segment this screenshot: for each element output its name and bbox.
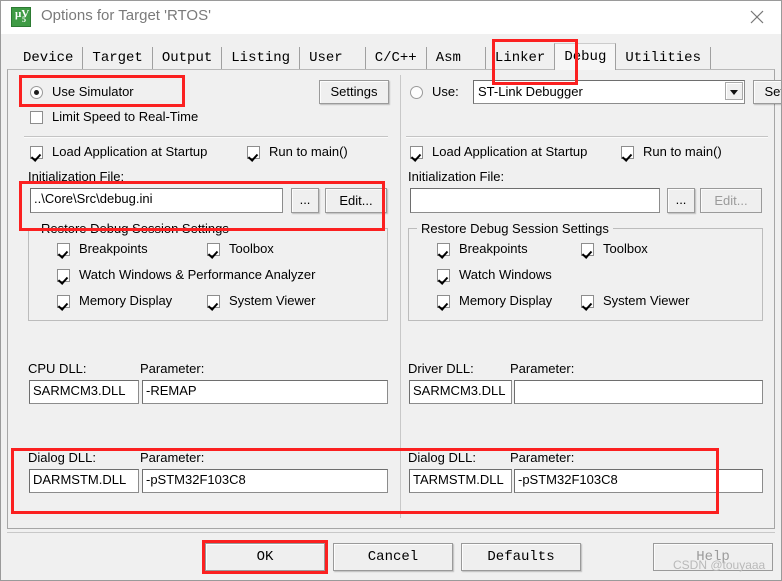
window-title: Options for Target 'RTOS': [41, 7, 211, 24]
left-toolbox-label: Toolbox: [229, 241, 274, 256]
driver-parameter-label: Parameter:: [510, 361, 575, 376]
right-watch-windows-checkbox[interactable]: [437, 269, 450, 282]
left-system-viewer-checkbox[interactable]: [207, 295, 220, 308]
left-memory-display-checkbox[interactable]: [57, 295, 70, 308]
chevron-down-icon[interactable]: [725, 82, 743, 100]
debug-tab-pane: Use Simulator Settings Limit Speed to Re…: [7, 69, 781, 529]
left-restore-debug-session-group: Restore Debug Session Settings Breakpoin…: [28, 221, 388, 321]
title-bar: µV 5 Options for Target 'RTOS': [1, 1, 781, 35]
tab-linker[interactable]: Linker: [485, 47, 555, 70]
left-run-to-main-checkbox[interactable]: [247, 146, 260, 159]
left-edit-button[interactable]: Edit...: [325, 188, 387, 213]
right-dialog-dll-input[interactable]: TARMSTM.DLL: [409, 469, 512, 493]
left-dialog-dll-input[interactable]: DARMSTM.DLL: [29, 469, 139, 493]
right-breakpoints-checkbox[interactable]: [437, 243, 450, 256]
right-run-to-main-label: Run to main(): [643, 144, 722, 159]
left-restore-group-title: Restore Debug Session Settings: [37, 221, 233, 236]
defaults-button[interactable]: Defaults: [461, 543, 581, 571]
right-init-file-label: Initialization File:: [408, 169, 505, 184]
driver-dll-input[interactable]: SARMCM3.DLL: [409, 380, 512, 404]
tab-debug[interactable]: Debug: [554, 43, 617, 70]
pane-vertical-divider: [400, 75, 401, 518]
right-dialog-parameter-input[interactable]: -pSTM32F103C8: [514, 469, 763, 493]
right-restore-group-title: Restore Debug Session Settings: [417, 221, 613, 236]
right-init-file-input[interactable]: [410, 188, 660, 213]
use-simulator-label: Use Simulator: [52, 84, 134, 99]
keil-uvision-icon: µV 5: [11, 7, 31, 27]
left-separator: [24, 136, 388, 138]
left-load-app-checkbox[interactable]: [30, 146, 43, 159]
right-toolbox-checkbox[interactable]: [581, 243, 594, 256]
cpu-parameter-label: Parameter:: [140, 361, 205, 376]
driver-dll-label: Driver DLL:: [408, 361, 474, 376]
left-toolbox-checkbox[interactable]: [207, 243, 220, 256]
options-for-target-dialog: µV 5 Options for Target 'RTOS' Device Ta…: [0, 0, 782, 581]
right-load-app-label: Load Application at Startup: [432, 144, 588, 159]
left-dialog-parameter-input[interactable]: -pSTM32F103C8: [142, 469, 388, 493]
right-watch-windows-label: Watch Windows: [459, 267, 552, 282]
ok-button[interactable]: OK: [205, 543, 325, 571]
left-browse-button[interactable]: ...: [291, 188, 319, 213]
right-toolbox-label: Toolbox: [603, 241, 648, 256]
left-init-file-label: Initialization File:: [28, 169, 125, 184]
tab-asm[interactable]: Asm: [426, 47, 486, 70]
csdn-watermark: CSDN @touyaaa: [673, 558, 766, 572]
tab-list: Device Target Output Listing User C/C++ …: [14, 43, 711, 70]
tab-listing[interactable]: Listing: [222, 47, 301, 70]
footer-divider: [7, 532, 775, 533]
right-load-app-checkbox[interactable]: [410, 146, 423, 159]
cpu-parameter-input[interactable]: -REMAP: [142, 380, 388, 404]
left-run-to-main-label: Run to main(): [269, 144, 348, 159]
left-system-viewer-label: System Viewer: [229, 293, 316, 308]
left-dialog-dll-label: Dialog DLL:: [28, 450, 96, 465]
left-watch-windows-label: Watch Windows & Performance Analyzer: [79, 267, 316, 282]
tab-target[interactable]: Target: [83, 47, 153, 70]
use-driver-radio[interactable]: [410, 86, 423, 99]
right-edit-button: Edit...: [700, 188, 762, 213]
right-memory-display-label: Memory Display: [459, 293, 553, 308]
right-browse-button[interactable]: ...: [667, 188, 695, 213]
right-memory-display-checkbox[interactable]: [437, 295, 450, 308]
use-driver-label: Use:: [432, 84, 459, 99]
left-breakpoints-checkbox[interactable]: [57, 243, 70, 256]
cpu-dll-label: CPU DLL:: [28, 361, 87, 376]
right-separator: [406, 136, 768, 138]
tab-device[interactable]: Device: [14, 47, 84, 70]
right-dialog-parameter-label: Parameter:: [510, 450, 575, 465]
close-icon[interactable]: [735, 1, 781, 33]
use-simulator-radio[interactable]: [30, 86, 43, 99]
debugger-select[interactable]: ST-Link Debugger: [473, 80, 745, 104]
tab-utilities[interactable]: Utilities: [616, 47, 711, 70]
tab-c-cpp[interactable]: C/C++: [365, 47, 427, 70]
tab-user[interactable]: User: [300, 47, 366, 70]
cpu-dll-input[interactable]: SARMCM3.DLL: [29, 380, 139, 404]
keil-icon-glyph-bottom: 5: [22, 15, 26, 24]
right-system-viewer-label: System Viewer: [603, 293, 690, 308]
left-memory-display-label: Memory Display: [79, 293, 173, 308]
close-icon-glyph: [750, 10, 764, 24]
left-dialog-parameter-label: Parameter:: [140, 450, 205, 465]
left-breakpoints-label: Breakpoints: [79, 241, 148, 256]
debugger-select-value: ST-Link Debugger: [478, 84, 583, 99]
tab-output[interactable]: Output: [152, 47, 223, 70]
simulator-settings-button[interactable]: Settings: [319, 80, 389, 104]
left-watch-windows-checkbox[interactable]: [57, 269, 70, 282]
right-breakpoints-label: Breakpoints: [459, 241, 528, 256]
cancel-button[interactable]: Cancel: [333, 543, 453, 571]
driver-parameter-input[interactable]: [514, 380, 763, 404]
limit-speed-label: Limit Speed to Real-Time: [52, 109, 199, 124]
right-system-viewer-checkbox[interactable]: [581, 295, 594, 308]
right-dialog-dll-label: Dialog DLL:: [408, 450, 476, 465]
driver-settings-button[interactable]: Settings: [753, 80, 781, 104]
left-load-app-label: Load Application at Startup: [52, 144, 208, 159]
limit-speed-checkbox[interactable]: [30, 111, 43, 124]
right-restore-debug-session-group: Restore Debug Session Settings Breakpoin…: [408, 221, 763, 321]
left-init-file-input[interactable]: ..\Core\Src\debug.ini: [30, 188, 283, 213]
right-run-to-main-checkbox[interactable]: [621, 146, 634, 159]
tab-strip: Device Target Output Listing User C/C++ …: [1, 34, 781, 70]
